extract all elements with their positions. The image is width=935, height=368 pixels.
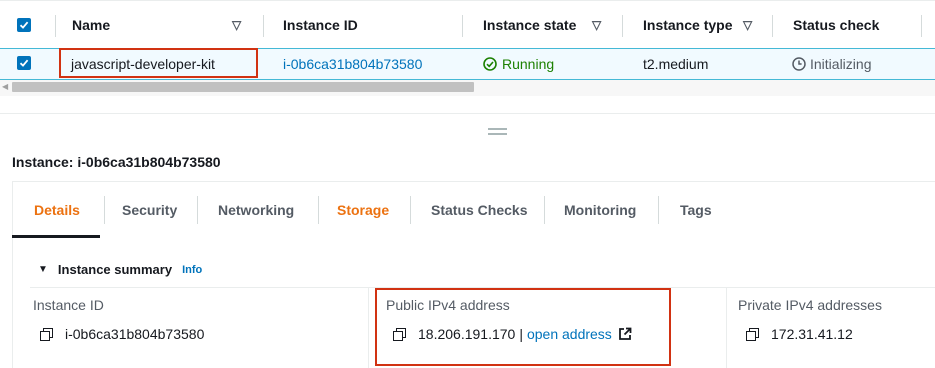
drag-handle-icon[interactable]	[488, 128, 507, 138]
copy-icon[interactable]	[746, 327, 759, 341]
tab-details[interactable]: Details	[34, 182, 80, 238]
private-ipv4-value: 172.31.41.12	[746, 326, 853, 342]
column-header-status-check[interactable]: Status check	[793, 1, 879, 49]
info-link[interactable]: Info	[182, 264, 202, 276]
row-checkbox[interactable]	[17, 56, 31, 70]
tab-networking[interactable]: Networking	[218, 182, 294, 238]
caret-down-icon[interactable]: ▼	[38, 264, 48, 275]
highlight-box-public-ip	[375, 288, 671, 366]
tab-monitoring[interactable]: Monitoring	[564, 182, 636, 238]
sort-instance-state-icon[interactable]: ▽	[592, 1, 601, 49]
tab-tags[interactable]: Tags	[680, 182, 712, 238]
column-header-name[interactable]: Name	[72, 1, 110, 49]
tab-storage[interactable]: Storage	[337, 182, 389, 238]
row-status-check-cell: Initializing	[792, 49, 871, 79]
row-state-cell: Running	[483, 49, 554, 79]
tab-status-checks[interactable]: Status Checks	[431, 182, 527, 238]
private-ipv4-label: Private IPv4 addresses	[738, 297, 882, 313]
sort-instance-type-icon[interactable]: ▽	[743, 1, 752, 49]
table-header: Name ▽ Instance ID Instance state ▽ Inst…	[0, 0, 935, 50]
sort-name-icon[interactable]: ▽	[232, 1, 241, 49]
row-type-cell: t2.medium	[643, 56, 709, 72]
scrollbar-thumb[interactable]	[12, 82, 474, 92]
clock-icon	[792, 57, 806, 71]
row-instance-id-link[interactable]: i-0b6ca31b804b73580	[283, 49, 422, 79]
details-tabs: Details Security Networking Storage Stat…	[12, 181, 935, 239]
tab-security[interactable]: Security	[122, 182, 177, 238]
copy-icon[interactable]	[40, 327, 53, 341]
column-header-instance-id[interactable]: Instance ID	[283, 1, 358, 49]
column-header-instance-state[interactable]: Instance state	[483, 1, 576, 49]
instance-id-label: Instance ID	[33, 297, 104, 313]
check-icon	[19, 21, 29, 29]
check-icon	[19, 59, 29, 67]
instance-title: Instance: i-0b6ca31b804b73580	[12, 154, 221, 170]
panel-divider	[0, 113, 935, 114]
scroll-left-icon[interactable]: ◀	[2, 82, 8, 91]
select-all-checkbox[interactable]	[17, 18, 31, 32]
horizontal-scrollbar[interactable]: ◀	[0, 80, 935, 96]
column-header-instance-type[interactable]: Instance type	[643, 1, 732, 49]
instance-summary-header[interactable]: ▼ Instance summary Info	[38, 262, 202, 277]
highlight-box-name	[59, 48, 258, 78]
check-circle-icon	[483, 57, 497, 71]
instance-id-value: i-0b6ca31b804b73580	[40, 326, 204, 342]
